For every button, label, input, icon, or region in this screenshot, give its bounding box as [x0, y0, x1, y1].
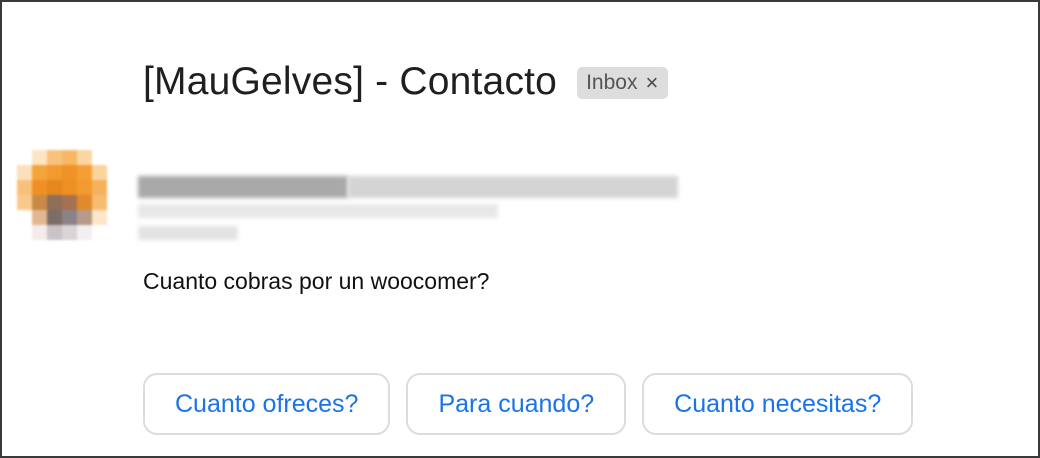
sender-info-redacted [138, 168, 698, 248]
smart-reply-button[interactable]: Para cuando? [406, 373, 627, 435]
sender-avatar[interactable] [17, 150, 122, 255]
email-pane: [MauGelves] - Contacto Inbox × Cuanto co… [0, 0, 1040, 458]
inbox-label-chip[interactable]: Inbox × [577, 67, 669, 99]
remove-label-icon[interactable]: × [645, 72, 658, 94]
inbox-label-text: Inbox [586, 71, 638, 94]
smart-reply-button[interactable]: Cuanto ofreces? [143, 373, 391, 435]
smart-replies: Cuanto ofreces? Para cuando? Cuanto nece… [143, 373, 914, 435]
smart-reply-button[interactable]: Cuanto necesitas? [642, 373, 914, 435]
email-subject: [MauGelves] - Contacto [143, 60, 558, 103]
email-body: Cuanto cobras por un woocomer? [143, 268, 490, 294]
subject-row: [MauGelves] - Contacto Inbox × [143, 58, 669, 106]
